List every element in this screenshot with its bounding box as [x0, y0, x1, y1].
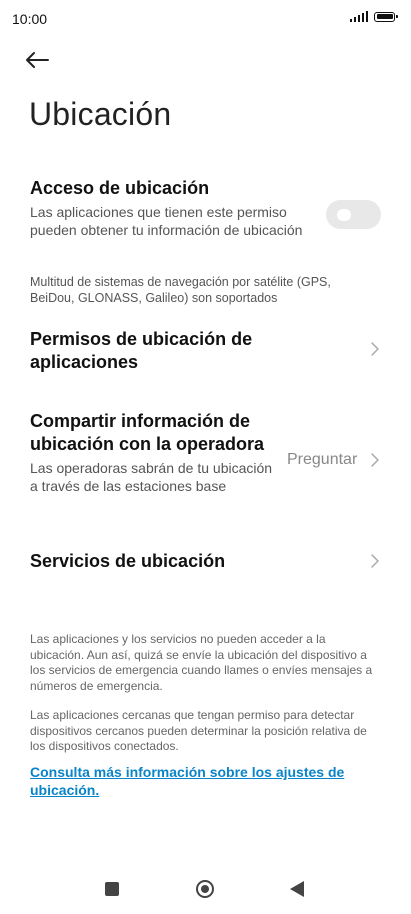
- status-icons: [349, 11, 398, 22]
- location-access-item[interactable]: Acceso de ubicación Las aplicaciones que…: [30, 177, 320, 239]
- chevron-right-icon: [371, 554, 379, 568]
- carrier-sharing-title: Compartir información de ubicación con l…: [30, 411, 265, 454]
- more-info-link[interactable]: Consulta más información sobre los ajust…: [30, 763, 370, 799]
- arrow-left-icon: [26, 52, 49, 68]
- location-access-toggle[interactable]: [326, 200, 381, 229]
- page-title: Ubicación: [29, 96, 172, 132]
- footer-note-emergency: Las aplicaciones y los servicios no pued…: [30, 632, 373, 693]
- gnss-note: Multitud de sistemas de navegación por s…: [30, 275, 331, 305]
- home-button[interactable]: [196, 880, 214, 898]
- location-access-description: Las aplicaciones que tienen este permiso…: [30, 204, 303, 238]
- footer-note-nearby: Las aplicaciones cercanas que tengan per…: [30, 708, 367, 753]
- toggle-knob: [337, 209, 351, 221]
- carrier-sharing-value: Preguntar: [287, 451, 358, 468]
- navigation-bar: [0, 868, 411, 914]
- back-button[interactable]: [24, 46, 60, 74]
- status-bar: 10:00: [0, 0, 411, 36]
- app-permissions-title: Permisos de ubicación de aplicaciones: [30, 329, 253, 372]
- location-access-title: Acceso de ubicación: [30, 178, 210, 198]
- chevron-right-icon: [371, 453, 379, 467]
- back-nav-button[interactable]: [290, 881, 304, 897]
- location-services-title: Servicios de ubicación: [30, 551, 226, 571]
- carrier-sharing-description: Las operadoras sabrán de tu ubicación a …: [30, 460, 273, 494]
- app-permissions-item[interactable]: Permisos de ubicación de aplicaciones: [30, 328, 330, 374]
- location-services-item[interactable]: Servicios de ubicación: [30, 550, 330, 573]
- status-time: 10:00: [12, 11, 48, 27]
- chevron-right-icon: [371, 342, 379, 356]
- battery-icon: [374, 11, 398, 22]
- recents-button[interactable]: [105, 882, 119, 896]
- carrier-sharing-item[interactable]: Compartir información de ubicación con l…: [30, 410, 275, 495]
- signal-icon: [349, 11, 368, 22]
